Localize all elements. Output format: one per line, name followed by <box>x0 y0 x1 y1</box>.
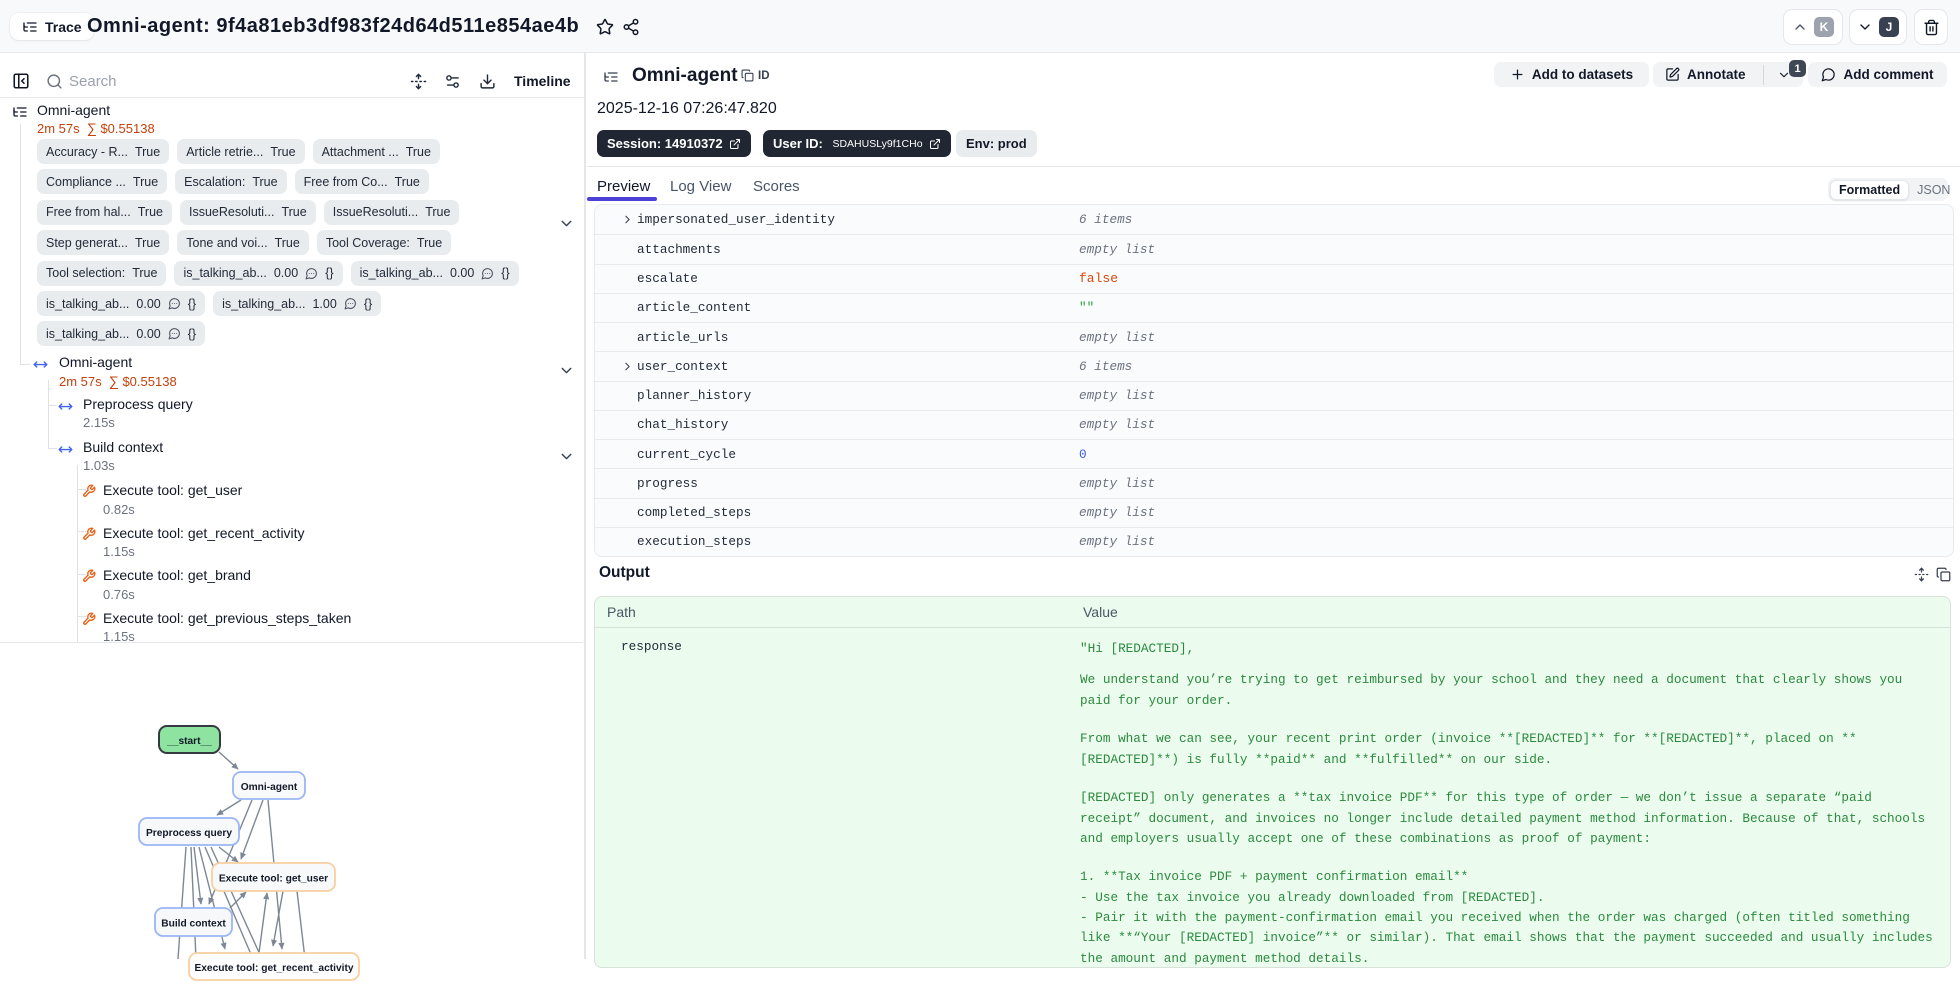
svg-text:Execute tool: get_user: Execute tool: get_user <box>219 874 328 885</box>
svg-text:Omni-agent: Omni-agent <box>241 782 298 793</box>
svg-text:__start__: __start__ <box>166 736 212 747</box>
svg-text:Execute tool: get_recent_activ: Execute tool: get_recent_activity <box>194 963 353 974</box>
svg-text:Build context: Build context <box>161 919 226 930</box>
svg-text:Preprocess query: Preprocess query <box>146 828 232 839</box>
